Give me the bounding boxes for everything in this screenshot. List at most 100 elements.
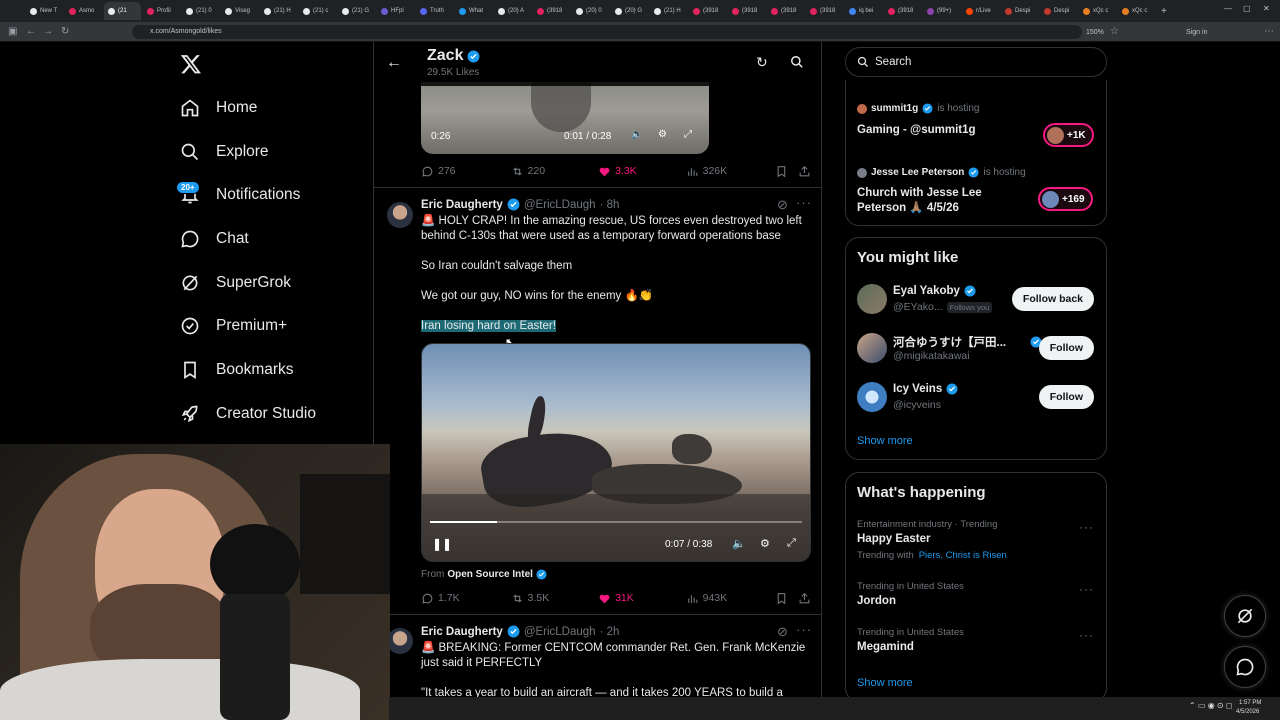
user-name[interactable]: Icy Veins <box>893 383 958 395</box>
author-name[interactable]: Eric Daugherty <box>421 626 503 638</box>
like-button[interactable]: 31K <box>598 592 686 605</box>
host-name[interactable]: summit1g <box>871 103 918 114</box>
trend-name[interactable]: Happy Easter <box>857 533 931 545</box>
user-name[interactable]: 河合ゆうすけ【戸田... <box>893 334 1042 350</box>
browser-tab[interactable]: (21) H <box>260 2 297 20</box>
bookmark-icon[interactable] <box>775 592 788 605</box>
previous-post-video[interactable]: 0:26 0:01 / 0:28 🔈 ⚙ ⤢ <box>421 82 709 154</box>
browser-tab[interactable]: (21) G <box>338 2 375 20</box>
more-options-icon[interactable]: ··· <box>1079 520 1094 534</box>
trending-with-link[interactable]: Piers, Christ is Risen <box>919 550 1007 561</box>
back-icon[interactable]: ← <box>26 26 36 38</box>
browser-tab[interactable]: Profil <box>143 2 180 20</box>
browser-tab[interactable]: HFpl <box>377 2 414 20</box>
post-time[interactable]: · 2h <box>600 626 620 638</box>
browser-tab[interactable]: Asmo <box>65 2 102 20</box>
clock-time[interactable]: 1:57 PM <box>1239 700 1261 706</box>
volume-icon[interactable]: 🔈 <box>732 537 746 550</box>
author-handle[interactable]: @EricLDaugh <box>524 626 596 638</box>
browser-tab[interactable]: iq bei <box>845 2 882 20</box>
minimize-icon[interactable]: — <box>1224 4 1232 13</box>
settings-icon[interactable]: ⚙ <box>760 537 770 550</box>
messages-button[interactable] <box>1224 646 1266 688</box>
host-name[interactable]: Jesse Lee Peterson <box>871 167 964 178</box>
post-video[interactable]: ❚❚ 0:07 / 0:38 🔈 ⚙ ⤢ <box>421 343 811 562</box>
browser-tab[interactable]: (3918 <box>533 2 570 20</box>
settings-icon[interactable]: ⚙ <box>658 129 667 140</box>
video-progress-bar[interactable] <box>430 521 802 523</box>
close-window-icon[interactable]: ✕ <box>1263 4 1270 13</box>
refresh-icon[interactable]: ↻ <box>756 54 768 71</box>
browser-tab[interactable]: xQc c <box>1079 2 1116 20</box>
reply-button[interactable]: 276 <box>421 165 511 178</box>
source-link[interactable]: Open Source Intel <box>447 569 533 580</box>
search-input[interactable]: Search <box>845 47 1107 77</box>
menu-icon[interactable]: ⋯ <box>1264 26 1274 38</box>
bookmark-icon[interactable] <box>775 165 788 178</box>
browser-tab[interactable]: (21 <box>104 2 141 20</box>
grok-button[interactable] <box>1224 595 1266 637</box>
browser-tab[interactable]: (3918 <box>689 2 726 20</box>
url-field[interactable]: x.com/Asmongold/likes <box>132 25 1082 39</box>
nav-creator-studio[interactable]: Creator Studio <box>180 399 316 429</box>
browser-tab[interactable]: (3918 <box>884 2 921 20</box>
share-icon[interactable] <box>798 165 811 178</box>
share-icon[interactable] <box>798 592 811 605</box>
browser-tab[interactable]: (21) H <box>650 2 687 20</box>
fullscreen-icon[interactable]: ⤢ <box>684 129 692 140</box>
sidebar-toggle-icon[interactable]: ▣ <box>8 26 17 38</box>
browser-tab[interactable]: New T <box>26 2 63 20</box>
avatar[interactable] <box>387 202 413 228</box>
sign-in-button[interactable]: Sign in <box>1186 27 1207 39</box>
show-more-link[interactable]: Show more <box>857 435 913 447</box>
post-time[interactable]: · 8h <box>600 199 620 211</box>
browser-tab[interactable]: (99+) <box>923 2 960 20</box>
views-button[interactable]: 326K <box>686 165 776 178</box>
nav-explore[interactable]: Explore <box>180 137 269 167</box>
back-arrow-icon[interactable]: ← <box>386 54 402 72</box>
user-name[interactable]: Eyal Yakoby <box>893 285 976 297</box>
avatar[interactable] <box>387 628 413 654</box>
join-space-button[interactable]: +1K <box>1043 123 1094 147</box>
fullscreen-icon[interactable]: ⤢ <box>787 537 796 550</box>
grok-icon[interactable]: ⊘ <box>777 197 788 213</box>
zoom-level[interactable]: 150% <box>1086 27 1104 39</box>
avatar[interactable] <box>857 333 887 363</box>
reply-button[interactable]: 1.7K <box>421 592 511 605</box>
browser-tab[interactable]: Despi <box>1040 2 1077 20</box>
author-handle[interactable]: @EricLDaugh <box>524 199 596 211</box>
more-options-icon[interactable]: ··· <box>1079 628 1094 642</box>
browser-tab[interactable]: Viseg <box>221 2 258 20</box>
avatar[interactable] <box>857 382 887 412</box>
maximize-icon[interactable]: ▢ <box>1243 4 1251 13</box>
space-title[interactable]: Church with Jesse Lee Peterson 🙏🏽 4/5/26 <box>857 186 1027 216</box>
browser-tab[interactable]: What <box>455 2 492 20</box>
browser-tab[interactable]: (20) A <box>494 2 531 20</box>
join-space-button[interactable]: +169 <box>1038 187 1093 211</box>
grok-icon[interactable]: ⊘ <box>777 624 788 640</box>
forward-icon[interactable]: → <box>43 26 53 38</box>
star-icon[interactable]: ☆ <box>1110 26 1119 38</box>
show-more-link[interactable]: Show more <box>857 677 913 689</box>
browser-tab[interactable]: Truth <box>416 2 453 20</box>
more-options-icon[interactable]: ··· <box>796 622 812 637</box>
more-options-icon[interactable]: ··· <box>796 195 812 210</box>
browser-tab[interactable]: (21) c <box>299 2 336 20</box>
nav-premium[interactable]: Premium+ <box>180 311 287 341</box>
browser-tab[interactable]: (3918 <box>767 2 804 20</box>
browser-tab[interactable]: r/Live <box>962 2 999 20</box>
repost-button[interactable]: 220 <box>511 165 599 178</box>
nav-supergrok[interactable]: SuperGrok <box>180 268 291 298</box>
like-button[interactable]: 3.3K <box>598 165 686 178</box>
browser-tab[interactable]: Despi <box>1001 2 1038 20</box>
header-search-icon[interactable] <box>790 55 804 69</box>
x-logo-icon[interactable] <box>180 53 202 75</box>
nav-home[interactable]: Home <box>180 93 257 123</box>
trend-name[interactable]: Jordon <box>857 595 896 607</box>
clock-date[interactable]: 4/5/2026 <box>1236 709 1259 715</box>
follow-back-button[interactable]: Follow back <box>1011 287 1094 311</box>
browser-tab[interactable]: (20) G <box>611 2 648 20</box>
author-name[interactable]: Eric Daugherty <box>421 199 503 211</box>
space-title[interactable]: Gaming - @summit1g <box>857 123 976 138</box>
avatar[interactable] <box>857 284 887 314</box>
